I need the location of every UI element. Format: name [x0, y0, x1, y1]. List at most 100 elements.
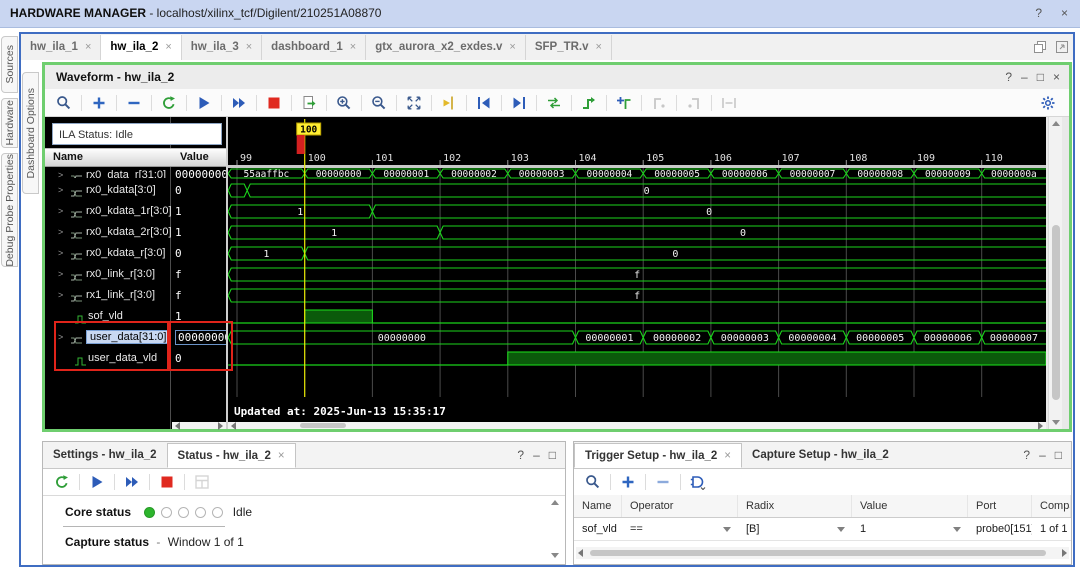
- expander-icon[interactable]: >: [58, 285, 63, 306]
- help-icon[interactable]: ?: [1023, 448, 1031, 462]
- run-trigger-icon[interactable]: [51, 471, 73, 493]
- h-scroll-thumb[interactable]: [590, 550, 1046, 556]
- remove-icon[interactable]: [123, 92, 145, 114]
- tab-dashboard_1[interactable]: dashboard_1 ×: [262, 35, 367, 60]
- run-icon[interactable]: [86, 471, 108, 493]
- float-window-icon[interactable]: [1032, 39, 1048, 58]
- maximize-icon[interactable]: □: [549, 448, 557, 462]
- search-icon[interactable]: [582, 471, 604, 493]
- signal-row-rx0_kdata_1r[interactable]: > rx0_kdata_1r[3:0] 1: [45, 201, 226, 222]
- close-icon[interactable]: ×: [1061, 0, 1068, 27]
- expander-icon[interactable]: >: [58, 201, 63, 222]
- scroll-down-icon[interactable]: [1052, 420, 1060, 425]
- minimize-icon[interactable]: –: [1021, 70, 1029, 84]
- close-icon[interactable]: ×: [1053, 70, 1061, 84]
- zoom-fit-icon[interactable]: [403, 92, 425, 114]
- value-column-scrollbar[interactable]: [172, 421, 226, 430]
- export-waveform-icon[interactable]: [298, 92, 320, 114]
- help-icon[interactable]: ?: [1035, 0, 1042, 27]
- add-marker-icon[interactable]: [613, 92, 635, 114]
- help-icon[interactable]: ?: [517, 448, 525, 462]
- tab-close-icon[interactable]: ×: [724, 450, 731, 462]
- cell-operator[interactable]: ==: [622, 518, 738, 540]
- tab-close-icon[interactable]: ×: [165, 41, 171, 53]
- expander-icon[interactable]: >: [58, 165, 63, 178]
- next-transition-icon[interactable]: [508, 92, 530, 114]
- value-column-header[interactable]: Value: [180, 149, 209, 165]
- zoom-in-icon[interactable]: [333, 92, 355, 114]
- column-header-operator[interactable]: Operator: [622, 495, 738, 517]
- column-header-value[interactable]: Value: [852, 495, 968, 517]
- sidebar-tab-debug-probe-properties[interactable]: Debug Probe Properties: [1, 153, 18, 267]
- gate-menu-icon[interactable]: [687, 471, 709, 493]
- tab-capture-setup-hw-ila-2[interactable]: Capture Setup - hw_ila_2: [742, 443, 899, 468]
- tab-close-icon[interactable]: ×: [509, 41, 515, 53]
- tab-close-icon[interactable]: ×: [596, 41, 602, 53]
- scroll-left-icon[interactable]: [175, 421, 180, 430]
- signal-row-rx0_kdata_r[interactable]: > rx0_kdata_r[3:0] 0: [45, 243, 226, 264]
- dropdown-caret-icon[interactable]: [723, 527, 731, 532]
- scroll-up-icon[interactable]: [1052, 121, 1060, 126]
- maximize-icon[interactable]: □: [1055, 448, 1063, 462]
- minimize-icon[interactable]: –: [533, 448, 541, 462]
- waveform-canvas[interactable]: 99 100 101 102 103 104 105 106 107 108 109 110 1 1 1 55…: [227, 117, 1070, 422]
- zoom-out-icon[interactable]: [368, 92, 390, 114]
- scroll-left-icon[interactable]: [578, 549, 583, 557]
- search-icon[interactable]: [53, 92, 75, 114]
- scroll-right-icon[interactable]: [1038, 421, 1043, 430]
- tab-hw_ila_2[interactable]: hw_ila_2 ×: [101, 35, 182, 60]
- scroll-left-icon[interactable]: [231, 421, 236, 430]
- dropdown-caret-icon[interactable]: [953, 527, 961, 532]
- run-trigger-icon[interactable]: [158, 92, 180, 114]
- tab-status-hw-ila-2[interactable]: Status - hw_ila_2 ×: [166, 443, 296, 468]
- tab-hw_ila_3[interactable]: hw_ila_3 ×: [182, 35, 263, 60]
- trigger-h-scrollbar[interactable]: [576, 547, 1069, 559]
- scroll-down-icon[interactable]: [551, 553, 559, 558]
- tab-close-icon[interactable]: ×: [85, 41, 91, 53]
- help-icon[interactable]: ?: [1005, 70, 1013, 84]
- maximize-icon[interactable]: □: [1037, 70, 1045, 84]
- column-header-port[interactable]: Port: [968, 495, 1032, 517]
- stop-icon[interactable]: [156, 471, 178, 493]
- trigger-row-sof_vld[interactable]: sof_vld == [B] 1 probe0[151] 1 of 1: [574, 518, 1071, 541]
- name-column-header[interactable]: Name: [53, 149, 83, 165]
- sidebar-tab-sources[interactable]: Sources: [1, 36, 18, 93]
- cell-value[interactable]: 1: [852, 518, 968, 540]
- stop-icon[interactable]: [263, 92, 285, 114]
- settings-gear-icon[interactable]: [1037, 92, 1059, 114]
- run-icon[interactable]: [193, 92, 215, 114]
- tab-hw_ila_1[interactable]: hw_ila_1 ×: [21, 35, 102, 60]
- prev-transition-icon[interactable]: [473, 92, 495, 114]
- maximize-pane-icon[interactable]: [1054, 39, 1070, 58]
- waveform-window-header[interactable]: Waveform - hw_ila_2 ? – □ ×: [45, 65, 1069, 90]
- set-trigger-icon[interactable]: [578, 92, 600, 114]
- scroll-right-icon[interactable]: [1062, 549, 1067, 557]
- swap-trigger-icon[interactable]: [543, 92, 565, 114]
- tab-close-icon[interactable]: ×: [246, 41, 252, 53]
- sidebar-tab-dashboard-options[interactable]: Dashboard Options: [22, 72, 39, 194]
- column-header-name[interactable]: Name: [574, 495, 622, 517]
- run-all-icon[interactable]: [121, 471, 143, 493]
- scroll-right-icon[interactable]: [218, 421, 223, 430]
- expander-icon[interactable]: >: [58, 243, 63, 264]
- expander-icon[interactable]: >: [58, 222, 63, 243]
- tab-gtx_aurora_x2_exdes.v[interactable]: gtx_aurora_x2_exdes.v ×: [366, 35, 526, 60]
- run-all-icon[interactable]: [228, 92, 250, 114]
- minimize-icon[interactable]: –: [1039, 448, 1047, 462]
- tab-settings-hw-ila-2[interactable]: Settings - hw_ila_2: [43, 443, 167, 468]
- cell-radix[interactable]: [B]: [738, 518, 852, 540]
- go-to-time-icon[interactable]: [438, 92, 460, 114]
- waveform-v-scrollbar[interactable]: [1048, 117, 1062, 429]
- column-header-compa[interactable]: Compa: [1032, 495, 1071, 517]
- v-scroll-thumb[interactable]: [1052, 225, 1060, 400]
- signal-row-rx0_kdata[interactable]: > rx0_kdata[3:0] 0: [45, 180, 226, 201]
- expander-icon[interactable]: >: [58, 264, 63, 285]
- tab-trigger-setup-hw-ila-2[interactable]: Trigger Setup - hw_ila_2 ×: [574, 443, 743, 468]
- add-icon[interactable]: [617, 471, 639, 493]
- column-header-radix[interactable]: Radix: [738, 495, 852, 517]
- sidebar-tab-hardware[interactable]: Hardware: [1, 98, 18, 148]
- tab-close-icon[interactable]: ×: [278, 450, 285, 462]
- add-icon[interactable]: [88, 92, 110, 114]
- signal-row-rx0_kdata_2r[interactable]: > rx0_kdata_2r[3:0] 1: [45, 222, 226, 243]
- tab-SFP_TR.v[interactable]: SFP_TR.v ×: [526, 35, 612, 60]
